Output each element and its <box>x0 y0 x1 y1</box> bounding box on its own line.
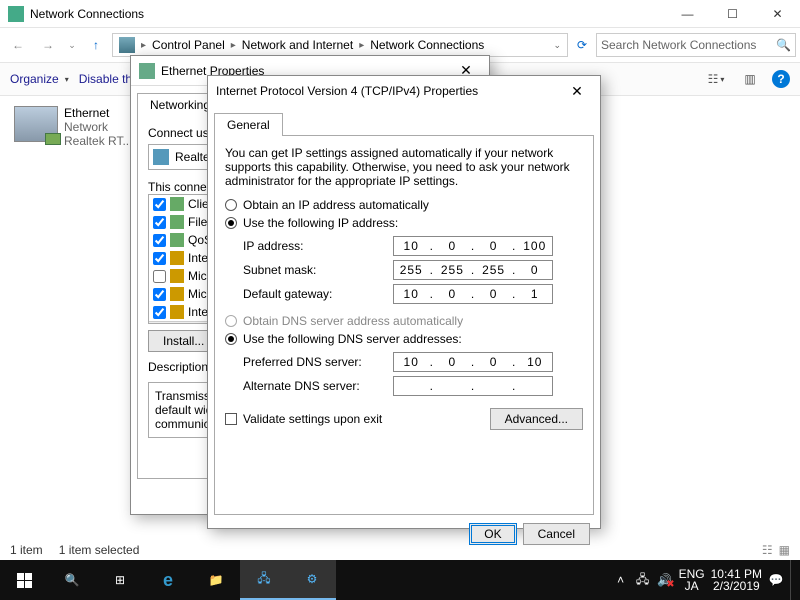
history-dropdown[interactable]: ⌄ <box>549 40 565 51</box>
forward-button: → <box>34 31 62 59</box>
item-checkbox[interactable] <box>153 270 166 283</box>
ipv4-properties-dialog: Internet Protocol Version 4 (TCP/IPv4) P… <box>207 75 601 529</box>
item-checkbox[interactable] <box>153 234 166 247</box>
taskbar-app-network[interactable]: 🖧 <box>240 560 288 600</box>
cancel-button[interactable]: Cancel <box>523 523 590 545</box>
alternate-dns-label: Alternate DNS server: <box>243 379 393 393</box>
up-button[interactable]: ↑ <box>82 31 110 59</box>
task-view-icon: ⊞ <box>115 573 125 587</box>
validate-label: Validate settings upon exit <box>243 412 382 426</box>
preferred-dns-label: Preferred DNS server: <box>243 355 393 369</box>
taskbar-app-ie[interactable]: e <box>144 560 192 600</box>
start-button[interactable] <box>0 560 48 600</box>
item-count: 1 item <box>10 543 43 557</box>
windows-icon <box>17 573 32 588</box>
ie-icon: e <box>163 570 173 591</box>
component-icon <box>170 233 184 247</box>
component-icon <box>170 197 184 211</box>
refresh-button[interactable]: ⟳ <box>570 33 594 57</box>
organize-menu[interactable]: Organize <box>10 72 69 86</box>
component-icon <box>170 305 184 319</box>
default-gateway-label: Default gateway: <box>243 287 393 301</box>
folder-icon: 📁 <box>209 573 224 587</box>
alternate-dns-input[interactable]: ... <box>393 376 553 396</box>
location-icon <box>119 37 135 53</box>
search-button[interactable]: 🔍 <box>48 560 96 600</box>
ip-address-input[interactable]: 10.0.0.100 <box>393 236 553 256</box>
component-icon <box>170 269 184 283</box>
component-icon <box>170 251 184 265</box>
volume-tray-icon[interactable]: 🔊✖ <box>657 572 673 588</box>
clock[interactable]: 10:41 PM2/3/2019 <box>711 568 762 592</box>
search-input[interactable]: Search Network Connections 🔍 <box>596 33 796 57</box>
adapter-label: Ethernet Network Realtek RT... <box>64 106 132 148</box>
item-checkbox[interactable] <box>153 198 166 211</box>
advanced-button[interactable]: Advanced... <box>490 408 583 430</box>
item-checkbox[interactable] <box>153 288 166 301</box>
breadcrumb-item[interactable]: Network Connections <box>366 38 488 52</box>
radio-use-static-dns[interactable]: Use the following DNS server addresses: <box>225 332 583 346</box>
chevron-right-icon[interactable]: ▸ <box>139 40 148 51</box>
item-checkbox[interactable] <box>153 216 166 229</box>
titlebar: Network Connections — ☐ ✕ <box>0 0 800 28</box>
radio-use-static-ip[interactable]: Use the following IP address: <box>225 216 583 230</box>
validate-checkbox[interactable] <box>225 413 237 425</box>
radio-obtain-ip-auto[interactable]: Obtain an IP address automatically <box>225 198 583 212</box>
preferred-dns-input[interactable]: 10.0.0.10 <box>393 352 553 372</box>
breadcrumb-item[interactable]: Network and Internet <box>238 38 357 52</box>
radio-obtain-dns-auto: Obtain DNS server address automatically <box>225 314 583 328</box>
system-tray: ˄ 🖧 🔊✖ ENGJA 10:41 PM2/3/2019 💬 <box>613 560 800 600</box>
window-icon <box>8 6 24 22</box>
details-view-icon[interactable]: ☷ <box>762 543 773 557</box>
taskbar-app-control-panel[interactable]: ⚙ <box>288 560 336 600</box>
component-icon <box>170 215 184 229</box>
network-tray-icon[interactable]: 🖧 <box>635 572 651 588</box>
item-checkbox[interactable] <box>153 306 166 319</box>
subnet-mask-label: Subnet mask: <box>243 263 393 277</box>
subnet-mask-input[interactable]: 255.255.255.0 <box>393 260 553 280</box>
back-button[interactable]: ← <box>4 31 32 59</box>
show-desktop-button[interactable] <box>790 560 796 600</box>
recent-dropdown[interactable]: ⌄ <box>64 31 80 59</box>
taskbar-app-explorer[interactable]: 📁 <box>192 560 240 600</box>
control-panel-icon: ⚙ <box>307 572 318 586</box>
ethernet-adapter-icon <box>14 106 58 142</box>
dialog-icon <box>139 63 155 79</box>
search-icon: 🔍 <box>65 573 80 587</box>
ok-button[interactable]: OK <box>469 523 516 545</box>
preview-pane-button[interactable]: ▥ <box>738 67 762 91</box>
tray-overflow-button[interactable]: ˄ <box>613 572 629 588</box>
chevron-right-icon[interactable]: ▸ <box>229 40 238 51</box>
notifications-button[interactable]: 💬 <box>768 572 784 588</box>
tab-general[interactable]: General <box>214 113 283 136</box>
help-button[interactable]: ? <box>772 70 790 88</box>
dialog-title: Internet Protocol Version 4 (TCP/IPv4) P… <box>216 84 562 98</box>
taskbar: 🔍 ⊞ e 📁 🖧 ⚙ ˄ 🖧 🔊✖ ENGJA 10:41 PM2/3/201… <box>0 560 800 600</box>
language-indicator[interactable]: ENGJA <box>679 568 705 592</box>
search-icon: 🔍 <box>776 38 791 52</box>
network-icon: 🖧 <box>257 569 270 590</box>
ip-address-label: IP address: <box>243 239 393 253</box>
close-button[interactable]: ✕ <box>755 0 800 28</box>
instructions-text: You can get IP settings assigned automat… <box>225 146 583 188</box>
item-checkbox[interactable] <box>153 252 166 265</box>
nic-icon <box>153 149 169 165</box>
window-title: Network Connections <box>30 7 665 21</box>
large-icons-view-icon[interactable]: ▦ <box>779 543 790 557</box>
selection-count: 1 item selected <box>59 543 140 557</box>
chevron-right-icon[interactable]: ▸ <box>357 40 366 51</box>
default-gateway-input[interactable]: 10.0.0.1 <box>393 284 553 304</box>
component-icon <box>170 287 184 301</box>
search-placeholder: Search Network Connections <box>601 38 756 52</box>
task-view-button[interactable]: ⊞ <box>96 560 144 600</box>
breadcrumb-item[interactable]: Control Panel <box>148 38 229 52</box>
breadcrumb[interactable]: ▸ Control Panel ▸ Network and Internet ▸… <box>112 33 568 57</box>
maximize-button[interactable]: ☐ <box>710 0 755 28</box>
minimize-button[interactable]: — <box>665 0 710 28</box>
view-options-button[interactable]: ☷ <box>704 67 728 91</box>
close-icon[interactable]: ✕ <box>562 79 592 103</box>
